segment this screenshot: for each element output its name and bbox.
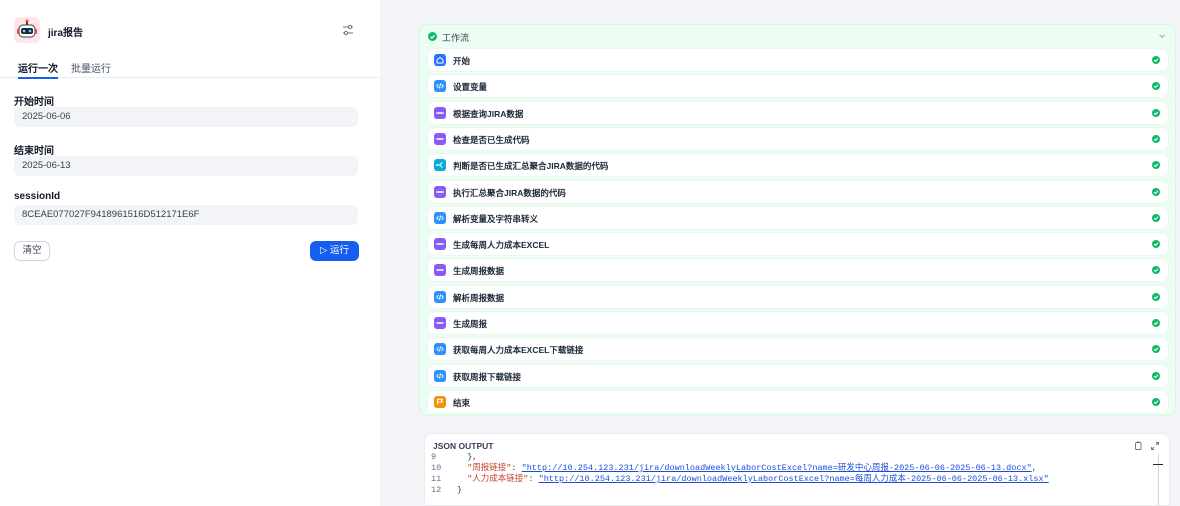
check-circle-icon	[428, 32, 437, 44]
workflow-step[interactable]: 生成每周人力成本EXCEL	[428, 233, 1168, 256]
success-check-icon	[1152, 108, 1160, 117]
code-icon	[434, 343, 446, 356]
http-icon	[434, 106, 446, 119]
session-id-input[interactable]: 8CEAE077027F9418961516D512171E6F	[14, 205, 358, 225]
start-time-label: 开始时间	[14, 97, 54, 108]
settings-icon[interactable]	[341, 23, 355, 37]
workflow-title: 工作流	[442, 33, 470, 43]
session-id-label: sessionId	[14, 191, 61, 202]
workflow-step-label: 解析周报数据	[453, 292, 505, 303]
code-icon	[434, 290, 446, 303]
workflow-step-label: 生成周报	[453, 319, 488, 329]
branch-icon	[434, 159, 446, 172]
workflow-step-label: 执行汇总聚合JIRA数据的代码	[453, 187, 566, 198]
tab-batch-run[interactable]: 批量运行	[71, 60, 111, 75]
chevron-down-icon[interactable]	[1157, 31, 1167, 41]
code-scrollbar[interactable]	[1158, 453, 1159, 505]
json-output-title: JSON OUTPUT	[433, 441, 494, 451]
end-time-input[interactable]: 2025-06-13	[14, 156, 358, 176]
json-output-panel: JSON OUTPUT 9 }, 10 "周报链接": "http://10.25…	[424, 433, 1170, 506]
code-line: 9 },	[427, 452, 1167, 463]
workflow-step[interactable]: 设置变量	[428, 75, 1168, 98]
line-number: 9	[431, 452, 437, 462]
success-check-icon	[1152, 371, 1160, 380]
success-check-icon	[1152, 56, 1160, 64]
text-cursor	[1153, 464, 1163, 465]
workflow-step[interactable]: 执行汇总聚合JIRA数据的代码	[428, 180, 1168, 203]
json-text: },	[457, 452, 478, 462]
success-check-icon	[1152, 345, 1160, 354]
line-number: 10	[431, 463, 442, 473]
workflow-step[interactable]: 开始	[428, 49, 1168, 71]
copy-icon[interactable]	[1133, 441, 1143, 451]
run-tabs: 运行一次 批量运行	[0, 54, 380, 79]
workflow-step[interactable]: 根据查询JIRA数据	[428, 101, 1168, 124]
start-time-input[interactable]: 2025-06-06	[14, 107, 358, 127]
workflow-step[interactable]: 结束	[428, 390, 1168, 413]
workflow-step-label: 获取每周人力成本EXCEL下载链接	[453, 345, 584, 356]
success-check-icon	[1152, 266, 1160, 275]
home-icon	[434, 54, 446, 66]
workflow-step-label: 判断是否已生成汇总聚合JIRA数据的代码	[453, 161, 609, 172]
code-icon	[434, 369, 446, 382]
json-key: "周报链接"	[467, 463, 512, 473]
run-button[interactable]: ▷ 运行	[310, 241, 359, 261]
workflow-step[interactable]: 解析变量及字符串转义	[428, 206, 1168, 229]
success-check-icon	[1152, 292, 1160, 301]
http-icon	[434, 185, 446, 198]
json-key: "人力成本链接"	[467, 474, 529, 484]
success-check-icon	[1152, 240, 1160, 249]
workflow-step-label: 获取周报下载链接	[453, 371, 522, 382]
success-check-icon	[1152, 213, 1160, 222]
line-number: 12	[431, 485, 442, 495]
http-icon	[434, 264, 446, 277]
workflow-step[interactable]: 获取每周人力成本EXCEL下载链接	[428, 338, 1168, 361]
workflow-step[interactable]: 解析周报数据	[428, 285, 1168, 308]
code-icon	[434, 211, 446, 224]
success-check-icon	[1152, 161, 1160, 170]
json-link-value[interactable]: "http://10.254.123.231/jira/downloadWeek…	[522, 463, 1032, 473]
workflow-step[interactable]: 判断是否已生成汇总聚合JIRA数据的代码	[428, 154, 1168, 177]
workflow-panel: 工作流 开始设置变量根据查询JIRA数据 检查是否已生成代码判断是否已生成汇总聚合…	[419, 24, 1176, 416]
workflow-step[interactable]: 生成周报数据	[428, 259, 1168, 282]
workflow-step[interactable]: 生成周报	[428, 312, 1168, 334]
success-check-icon	[1152, 134, 1160, 143]
json-text: }	[457, 485, 463, 495]
workflow-step-label: 生成每周人力成本EXCEL	[453, 240, 550, 251]
http-icon	[434, 132, 446, 145]
workflow-step-label: 生成周报数据	[453, 266, 505, 277]
http-icon	[434, 238, 446, 251]
workflow-step-label: 结束	[453, 397, 471, 408]
app-title: jira报告	[48, 28, 84, 39]
workflow-step[interactable]: 获取周报下载链接	[428, 364, 1168, 387]
success-check-icon	[1152, 319, 1160, 327]
workflow-step-label: 开始	[453, 56, 471, 66]
workflow-step-label: 设置变量	[453, 82, 488, 93]
run-panel: jira报告 运行一次 批量运行 开始时间 2025-06-06 结束时间 20…	[0, 0, 380, 506]
json-link-value[interactable]: "http://10.254.123.231/jira/downloadWeek…	[539, 474, 1049, 484]
app-header: jira报告	[14, 17, 359, 43]
code-line: 11 "人力成本链接": "http://10.254.123.231/jira…	[427, 474, 1167, 485]
expand-icon[interactable]	[1150, 441, 1160, 451]
http-icon	[434, 317, 446, 329]
workflow-step[interactable]: 检查是否已生成代码	[428, 127, 1168, 150]
code-line: 12}	[427, 485, 1167, 496]
success-check-icon	[1152, 82, 1160, 91]
clear-button[interactable]: 清空	[14, 241, 50, 261]
success-check-icon	[1152, 397, 1160, 406]
end-icon	[434, 395, 446, 408]
workflow-step-label: 检查是否已生成代码	[453, 134, 530, 145]
end-time-label: 结束时间	[14, 146, 54, 157]
line-number: 11	[431, 474, 442, 484]
workflow-step-label: 解析变量及字符串转义	[453, 213, 539, 224]
json-code[interactable]: 9 }, 10 "周报链接": "http://10.254.123.231/ji…	[427, 452, 1167, 496]
code-line: 10 "周报链接": "http://10.254.123.231/jira/d…	[427, 463, 1167, 474]
tab-run-once[interactable]: 运行一次	[18, 60, 58, 79]
json-punct: ,	[1031, 463, 1037, 473]
robot-icon	[14, 17, 40, 43]
workflow-step-label: 根据查询JIRA数据	[453, 108, 524, 119]
code-icon	[434, 80, 446, 93]
success-check-icon	[1152, 187, 1160, 196]
